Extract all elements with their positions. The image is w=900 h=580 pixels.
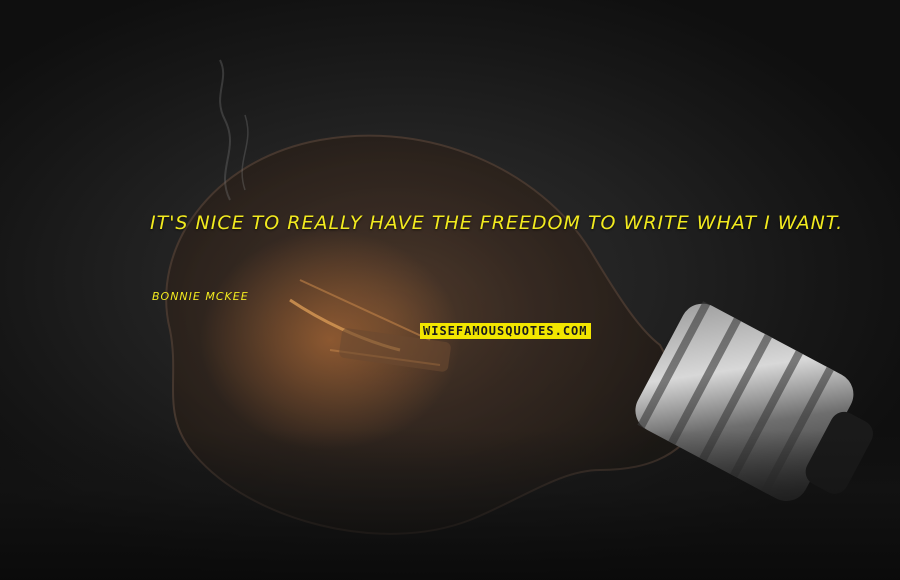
quote-text: It's nice to really have the freedom to …	[150, 212, 844, 234]
floor-shadow	[0, 430, 900, 580]
watermark-logo: WISEFAMOUSQUOTES.COM	[420, 323, 591, 339]
quote-card: It's nice to really have the freedom to …	[0, 0, 900, 580]
quote-author: Bonnie McKee	[152, 290, 249, 303]
